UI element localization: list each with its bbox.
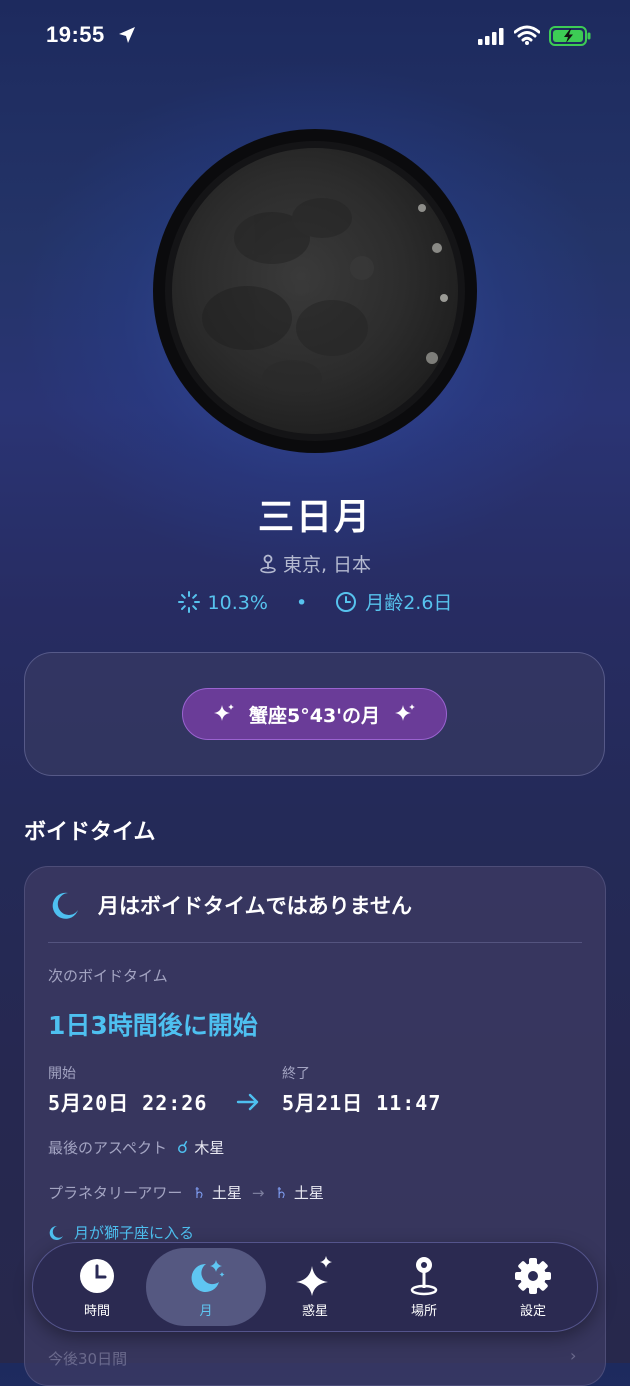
sparkles-icon: [296, 1256, 332, 1296]
moon-age-value: 月齢2.6日: [365, 592, 453, 614]
illumination-icon: [177, 591, 200, 613]
last-aspect-label: 最後のアスペクト: [48, 1139, 167, 1157]
gear-icon: [515, 1258, 551, 1294]
zodiac-label: 蟹座5°43'の月: [249, 704, 380, 727]
planetary-hour-label: プラネタリーアワー: [48, 1184, 183, 1202]
crescent-moon-icon: [52, 892, 78, 919]
moon-stats: 10.3% • 月齢2.6日: [0, 588, 630, 615]
arrow-right-icon: [236, 1093, 259, 1111]
tab-label: 惑星: [301, 1304, 328, 1319]
tab-moon[interactable]: 月: [146, 1248, 266, 1326]
cellular-signal-icon: [478, 28, 504, 45]
void-section-title: ボイドタイム: [24, 820, 156, 845]
saturn-symbol-icon: ♄: [274, 1183, 288, 1202]
tab-label: 時間: [83, 1304, 110, 1319]
moon-enters-sign: 月が獅子座に入る: [48, 1222, 194, 1243]
start-datetime: 5月20日 22:26: [48, 1091, 208, 1115]
location-text: 東京, 日本: [282, 554, 372, 576]
sparkle-icon: [394, 704, 415, 721]
divider: [48, 942, 582, 943]
end-datetime: 5月21日 11:47: [282, 1091, 442, 1115]
illumination-value: 10.3%: [207, 592, 268, 614]
void-status: 月はボイドタイムではありません: [50, 890, 412, 920]
tab-label: 場所: [410, 1304, 437, 1319]
chevron-right-icon: ›: [570, 1346, 577, 1365]
start-label: 開始: [48, 1066, 76, 1082]
tab-label: 設定: [519, 1304, 546, 1319]
sparkle-icon: [214, 704, 234, 721]
last-aspect-row: 最後のアスペクト ☌ 木星: [48, 1137, 224, 1158]
void-status-text: 月はボイドタイムではありません: [98, 894, 412, 918]
stats-separator: •: [295, 592, 308, 614]
arrow-right-icon: →: [251, 1183, 265, 1202]
planetary-hour-from: 土星: [211, 1184, 242, 1202]
clock-icon: [336, 592, 357, 612]
wifi-icon: [514, 25, 540, 45]
tab-settings[interactable]: 設定: [478, 1248, 588, 1326]
planetary-hour-row: プラネタリーアワー ♄ 土星 → ♄ 土星: [48, 1182, 324, 1203]
next-void-label: 次のボイドタイム: [48, 967, 168, 985]
tab-time[interactable]: 時間: [42, 1248, 152, 1326]
crescent-moon-icon: [49, 1225, 63, 1240]
battery-charging-icon: [549, 26, 591, 46]
tab-planets[interactable]: 惑星: [260, 1248, 370, 1326]
location-pin-icon: [260, 554, 276, 574]
map-pin-icon: [410, 1257, 438, 1296]
void-countdown: 1日3時間後に開始: [48, 1011, 258, 1040]
location-line: 東京, 日本: [0, 550, 630, 577]
moon-phase-name: 三日月: [257, 497, 372, 538]
moon-enters-text: 月が獅子座に入る: [74, 1224, 195, 1242]
status-time: 19:55: [46, 22, 105, 47]
moon-stars-icon: [191, 1260, 225, 1292]
zodiac-pill-button[interactable]: 蟹座5°43'の月: [182, 688, 447, 740]
planetary-hour-to: 土星: [293, 1184, 324, 1202]
conjunction-symbol-icon: ☌: [176, 1137, 189, 1158]
upcoming-30-days-link[interactable]: 今後30日間: [48, 1348, 127, 1369]
clock-icon: [80, 1259, 114, 1293]
status-bar: 19:55: [0, 0, 630, 72]
end-label: 終了: [282, 1066, 310, 1082]
last-aspect-value: 木星: [194, 1139, 225, 1157]
moon-image: [152, 128, 478, 454]
tab-location[interactable]: 場所: [369, 1248, 479, 1326]
location-arrow-icon: [119, 27, 135, 43]
saturn-symbol-icon: ♄: [192, 1183, 206, 1202]
tab-label: 月: [199, 1304, 213, 1319]
